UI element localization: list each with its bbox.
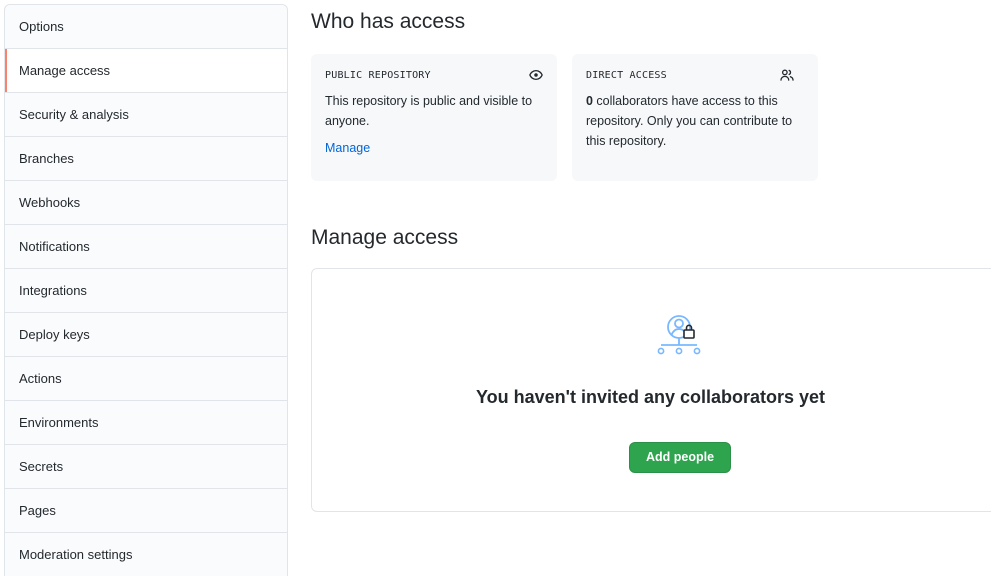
sidebar-item-integrations[interactable]: Integrations [5,268,287,312]
public-repository-text: This repository is public and visible to… [325,94,533,128]
sidebar-item-security-analysis[interactable]: Security & analysis [5,92,287,136]
sidebar-item-pages[interactable]: Pages [5,488,287,532]
collaborator-count: 0 [586,94,593,108]
public-repository-card: PUBLIC REPOSITORY This repository is pub… [311,54,557,181]
sidebar-item-actions[interactable]: Actions [5,356,287,400]
collaborators-blankslate: You haven't invited any collaborators ye… [311,268,991,512]
who-has-access-heading: Who has access [311,10,466,33]
add-people-button[interactable]: Add people [629,442,731,473]
blankslate-title: You haven't invited any collaborators ye… [475,387,826,407]
sidebar-item-options[interactable]: Options [5,5,287,48]
collaborators-lock-icon [654,311,706,361]
settings-sidebar: Options Manage access Security & analysi… [4,4,288,576]
manage-link[interactable]: Manage [325,141,370,155]
direct-access-card: DIRECT ACCESS 0 collaborators have acces… [572,54,818,181]
public-repository-label: PUBLIC REPOSITORY [325,69,431,81]
direct-access-description: collaborators have access to this reposi… [586,94,793,148]
manage-access-heading: Manage access [311,226,459,249]
sidebar-item-moderation-settings[interactable]: Moderation settings [5,532,287,576]
direct-access-label: DIRECT ACCESS [586,69,667,81]
sidebar-item-secrets[interactable]: Secrets [5,444,287,488]
eye-icon [529,68,543,82]
sidebar-item-environments[interactable]: Environments [5,400,287,444]
sidebar-item-webhooks[interactable]: Webhooks [5,180,287,224]
sidebar-item-branches[interactable]: Branches [5,136,287,180]
direct-access-text: 0 collaborators have access to this repo… [586,91,804,151]
sidebar-item-deploy-keys[interactable]: Deploy keys [5,312,287,356]
sidebar-item-notifications[interactable]: Notifications [5,224,287,268]
people-icon [780,69,794,81]
sidebar-item-manage-access[interactable]: Manage access [5,48,287,92]
